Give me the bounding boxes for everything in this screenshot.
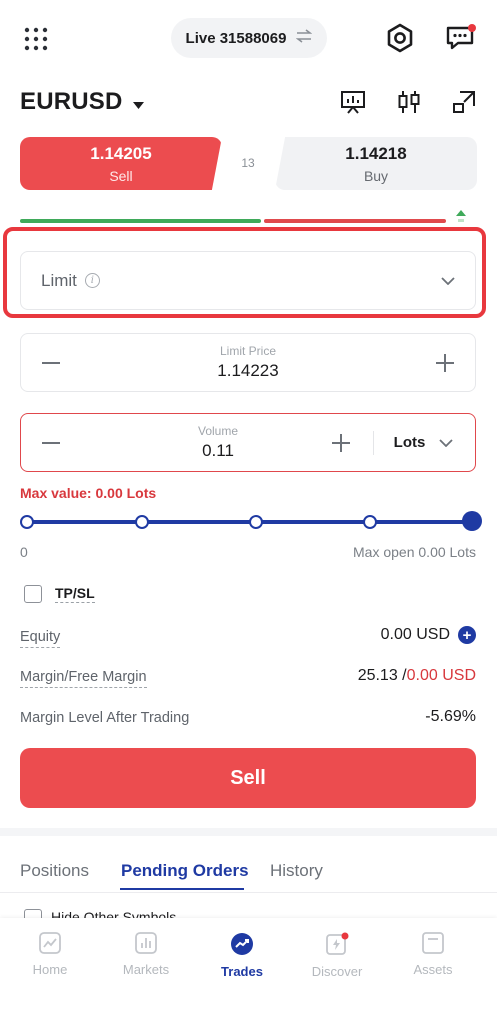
symbol-name: EURUSD <box>20 88 123 115</box>
bar-chart-icon <box>135 932 157 954</box>
limit-price-stepper[interactable]: Limit Price 1.14223 <box>20 333 476 392</box>
equity-value: 0.00 USD <box>380 626 450 643</box>
trend-icon <box>231 933 253 955</box>
spread-value: 13 <box>241 156 255 170</box>
slider-min-label: 0 <box>20 544 28 560</box>
sell-label: Sell <box>109 167 133 184</box>
volume-unit: Lots <box>393 434 426 451</box>
deposit-plus-icon[interactable]: + <box>458 626 476 644</box>
margin-level-value: -5.69% <box>425 708 476 725</box>
tab-pending-orders[interactable]: Pending Orders <box>121 861 249 881</box>
nav-trades-label: Trades <box>221 964 263 979</box>
volume-stepper[interactable]: Volume 0.11 Lots <box>20 413 476 472</box>
settings-hexagon-icon[interactable] <box>385 23 415 58</box>
volume-caption: Volume <box>197 424 239 438</box>
nav-assets[interactable]: Assets <box>393 932 473 977</box>
tabs-divider <box>0 892 497 893</box>
sell-quote-button[interactable]: 1.14205 Sell <box>20 137 222 190</box>
nav-discover[interactable]: Discover <box>297 932 377 979</box>
slider-step-25[interactable] <box>135 515 149 529</box>
order-type-dropdown[interactable]: Limit i <box>20 251 476 310</box>
wallet-icon <box>422 932 444 954</box>
tab-history[interactable]: History <box>270 861 323 881</box>
symbol-selector[interactable]: EURUSD <box>20 88 144 116</box>
buy-price: 1.14218 <box>345 143 407 163</box>
minus-icon <box>42 441 60 444</box>
equity-label: Equity <box>20 629 61 648</box>
chevron-down-icon <box>439 434 453 451</box>
free-margin-value: 0.00 USD <box>406 667 476 684</box>
section-divider <box>0 828 497 836</box>
max-value-warning: Max value: 0.00 Lots <box>20 485 157 501</box>
volume-value[interactable]: 0.11 <box>202 441 234 461</box>
nav-home[interactable]: Home <box>10 932 90 977</box>
chevron-down-icon <box>441 272 455 290</box>
limit-price-value[interactable]: 1.14223 <box>217 361 278 381</box>
margin-value: 25.13 / <box>357 667 407 684</box>
flash-icon <box>326 932 349 955</box>
plus-icon <box>436 353 454 372</box>
message-icon[interactable] <box>446 24 476 57</box>
limit-price-decrease-button[interactable] <box>21 334 81 391</box>
account-switcher[interactable]: Live 31588069 <box>171 18 327 58</box>
equity-row-value: 0.00 USD + <box>381 626 476 644</box>
tpsl-label[interactable]: TP/SL <box>55 585 95 603</box>
sell-price: 1.14205 <box>90 143 152 163</box>
sentiment-bar-buy <box>20 219 261 223</box>
bottom-navigation: Home Markets Trades Discover Assets <box>0 918 497 1024</box>
sell-submit-button[interactable]: Sell <box>20 748 476 808</box>
tpsl-checkbox[interactable] <box>24 585 42 603</box>
buy-quote-button[interactable]: 1.14218 Buy <box>275 137 477 190</box>
nav-markets[interactable]: Markets <box>106 932 186 977</box>
chart-board-icon[interactable] <box>340 89 366 120</box>
active-tab-indicator <box>120 888 244 890</box>
caret-down-icon <box>132 88 144 116</box>
volume-decrease-button[interactable] <box>21 414 81 471</box>
nav-trades[interactable]: Trades <box>202 932 282 979</box>
slider-step-75[interactable] <box>363 515 377 529</box>
tab-positions[interactable]: Positions <box>20 861 89 881</box>
volume-unit-dropdown[interactable]: Lots <box>372 414 475 471</box>
nav-discover-label: Discover <box>311 964 363 979</box>
account-label: Live 31588069 <box>185 29 287 47</box>
home-chart-icon <box>39 932 61 954</box>
candlestick-icon[interactable] <box>396 89 422 120</box>
slider-step-50[interactable] <box>249 515 263 529</box>
volume-increase-button[interactable] <box>311 414 371 471</box>
sentiment-up-arrow-icon <box>456 210 466 229</box>
margin-level-label: Margin Level After Trading <box>20 710 190 726</box>
sentiment-bar-sell <box>264 219 446 223</box>
slider-max-label: Max open 0.00 Lots <box>353 544 476 560</box>
buy-label: Buy <box>363 167 389 184</box>
margin-row-value: 25.13 /0.00 USD <box>358 667 476 685</box>
nav-markets-label: Markets <box>122 962 170 977</box>
nav-home-label: Home <box>32 962 68 977</box>
margin-label: Margin/Free Margin <box>20 669 147 688</box>
plus-icon <box>332 433 350 452</box>
minus-icon <box>42 361 60 364</box>
expand-arrow-icon[interactable] <box>451 89 477 120</box>
limit-price-caption: Limit Price <box>219 344 276 358</box>
info-icon[interactable]: i <box>84 273 100 288</box>
swap-icon <box>296 29 313 47</box>
nav-assets-label: Assets <box>413 962 453 977</box>
limit-price-increase-button[interactable] <box>415 334 475 391</box>
slider-step-0[interactable] <box>20 515 34 529</box>
order-type-value: Limit <box>41 270 77 290</box>
apps-grid-icon[interactable] <box>24 27 48 56</box>
slider-handle[interactable] <box>462 511 482 531</box>
